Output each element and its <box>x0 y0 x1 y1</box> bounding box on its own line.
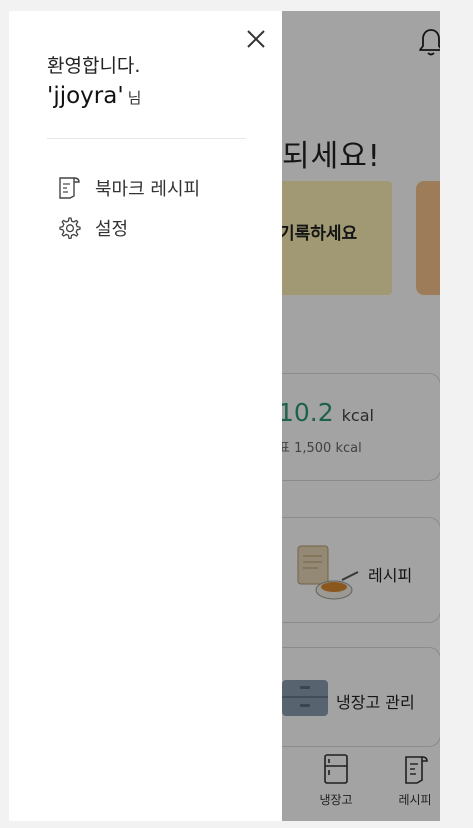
menu-item-settings[interactable]: 설정 <box>57 215 128 241</box>
bookmark-recipe-icon <box>59 177 80 199</box>
menu-item-bookmark-label: 북마크 레시피 <box>95 179 201 200</box>
menu-item-bookmark-recipe[interactable]: 북마크 레시피 <box>57 175 200 201</box>
menu-item-settings-label: 설정 <box>95 219 129 240</box>
drawer-divider <box>47 138 246 139</box>
user-greeting: 'jjoyra' 님 <box>47 83 141 109</box>
username: 'jjoyra' <box>47 83 124 109</box>
side-drawer: 환영합니다. 'jjoyra' 님 북마크 레시피 설정 <box>9 11 282 821</box>
app-frame: 되세요! 기록하세요 10.2 kcal 표 1,500 kcal 레시피 냉장… <box>9 11 440 821</box>
close-icon[interactable] <box>245 28 267 50</box>
gear-icon <box>59 217 81 240</box>
welcome-text: 환영합니다. <box>47 55 141 77</box>
honorific: 님 <box>127 89 142 107</box>
